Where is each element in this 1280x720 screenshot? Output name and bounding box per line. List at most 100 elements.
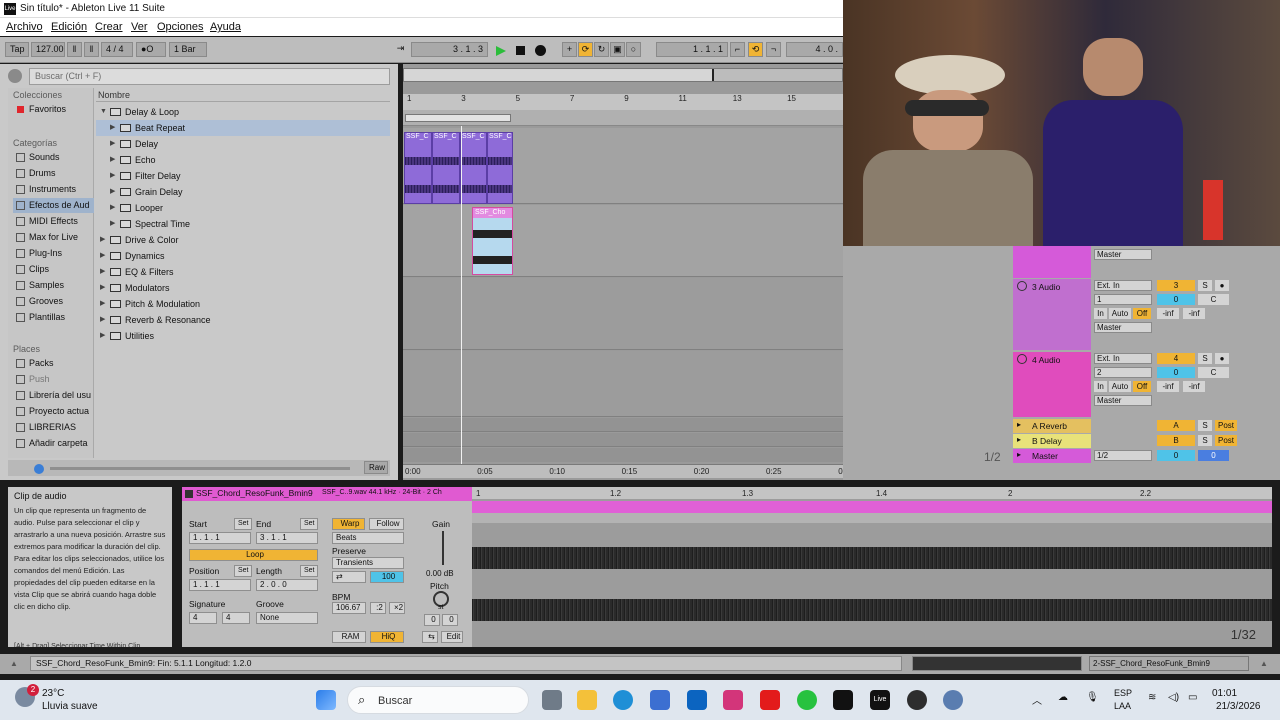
tray-chevron-icon[interactable]: ︿ bbox=[1032, 692, 1042, 707]
output-select[interactable]: Master bbox=[1094, 395, 1152, 406]
waveform-left[interactable] bbox=[472, 547, 1272, 569]
master-header[interactable]: ▸ Master bbox=[1013, 449, 1091, 463]
waveform-right[interactable] bbox=[472, 599, 1272, 621]
task-view-icon[interactable] bbox=[542, 690, 562, 710]
keyboard-layout[interactable]: LAA bbox=[1114, 701, 1131, 711]
menu-ayuda[interactable]: Ayuda bbox=[210, 21, 241, 33]
clip-color-icon[interactable] bbox=[185, 490, 193, 498]
preview-headphones-icon[interactable] bbox=[34, 464, 44, 474]
groove-select[interactable]: None bbox=[256, 612, 318, 624]
expand-right-icon[interactable]: ▶ bbox=[110, 136, 115, 152]
file-explorer-icon[interactable] bbox=[577, 690, 597, 710]
follow-button[interactable]: Follow bbox=[369, 518, 404, 530]
track-fold-icon[interactable] bbox=[1017, 281, 1027, 291]
expand-right-icon[interactable]: ▶ bbox=[100, 328, 105, 344]
browser-item[interactable]: ▶ Grain Delay bbox=[96, 184, 390, 200]
clock-time[interactable]: 01:01 bbox=[1212, 688, 1237, 699]
loop-start-field[interactable]: 1 . 1 . 1 bbox=[656, 42, 728, 57]
onedrive-icon[interactable]: ☁ bbox=[1058, 692, 1068, 703]
input-channel-select[interactable]: 2 bbox=[1094, 367, 1152, 378]
expand-down-icon[interactable]: ▼ bbox=[100, 104, 107, 120]
track-activator[interactable]: 3 bbox=[1157, 280, 1195, 291]
browser-item[interactable]: ▶ Modulators bbox=[96, 280, 390, 296]
solo-button[interactable]: S bbox=[1198, 420, 1212, 431]
whatsapp-icon[interactable] bbox=[797, 690, 817, 710]
weather-desc[interactable]: Lluvia suave bbox=[42, 701, 98, 712]
loop-length-field[interactable]: 4 . 0 . bbox=[786, 42, 843, 57]
master-pan-field[interactable]: 0 bbox=[1198, 450, 1229, 461]
sidebar-item-user-library[interactable]: Librería del usu bbox=[13, 388, 94, 403]
pan-field[interactable]: C bbox=[1198, 367, 1229, 378]
sidebar-item-max-for-live[interactable]: Max for Live bbox=[13, 230, 94, 245]
obs-icon[interactable] bbox=[907, 690, 927, 710]
expand-right-icon[interactable]: ▶ bbox=[100, 312, 105, 328]
end-field[interactable]: 3 . 1 . 1 bbox=[256, 532, 318, 544]
arrangement-clip[interactable]: SSF_C bbox=[487, 132, 513, 204]
clip-name[interactable]: SSF_Chord_ResoFunk_Bmin9 bbox=[196, 488, 313, 498]
monitor-auto-button[interactable]: Auto bbox=[1109, 381, 1131, 392]
capture-icon[interactable]: ▣ bbox=[610, 42, 625, 57]
arrangement-overview[interactable] bbox=[403, 68, 843, 82]
sidebar-item-instruments[interactable]: Instruments bbox=[13, 182, 94, 197]
stop-icon[interactable] bbox=[516, 46, 525, 55]
monitor-off-button[interactable]: Off bbox=[1133, 381, 1151, 392]
reverse-icon[interactable]: ⇆ bbox=[422, 631, 438, 643]
automation-arm-icon[interactable]: ⟳ bbox=[578, 42, 593, 57]
time-ruler[interactable]: 0:000:050:100:150:200:250:300:350:40 bbox=[403, 464, 843, 478]
wifi-icon[interactable]: ≋ bbox=[1148, 692, 1156, 703]
edit-button[interactable]: Edit bbox=[441, 631, 463, 643]
selected-clip[interactable]: SSF_Cho bbox=[472, 207, 513, 275]
tempo-field[interactable]: 127.00 bbox=[31, 42, 65, 57]
store-icon[interactable] bbox=[650, 690, 670, 710]
raw-button[interactable]: Raw bbox=[364, 461, 388, 474]
punch-in-icon[interactable]: ⌐ bbox=[730, 42, 745, 57]
menu-archivo[interactable]: Archivo bbox=[6, 21, 43, 33]
expand-right-icon[interactable]: ▶ bbox=[110, 168, 115, 184]
sidebar-item-packs[interactable]: Packs bbox=[13, 356, 94, 371]
menu-edicion[interactable]: Edición bbox=[51, 21, 87, 33]
detail-toggle-icon[interactable]: ▲ bbox=[1260, 659, 1268, 668]
post-button[interactable]: Post bbox=[1215, 420, 1237, 431]
master-play-icon[interactable]: ▸ bbox=[1017, 450, 1021, 459]
pan-field[interactable]: C bbox=[1198, 294, 1229, 305]
monitor-off-button[interactable]: Off bbox=[1133, 308, 1151, 319]
browser-item[interactable]: ▶ Echo bbox=[96, 152, 390, 168]
volume-field[interactable]: 0 bbox=[1157, 367, 1195, 378]
solo-button[interactable]: S bbox=[1198, 280, 1212, 291]
loop-mode-select[interactable]: ⇄ bbox=[332, 571, 366, 583]
info-toggle-icon[interactable]: ▲ bbox=[10, 659, 18, 668]
sidebar-item-midi-effects[interactable]: MIDI Effects bbox=[13, 214, 94, 229]
reenable-automation-icon[interactable]: ↻ bbox=[594, 42, 609, 57]
browser-item[interactable]: ▶ EQ & Filters bbox=[96, 264, 390, 280]
bpm-field[interactable]: 106.67 bbox=[332, 602, 366, 614]
microphone-icon[interactable]: 🎙 bbox=[1086, 692, 1099, 703]
arrangement-clip[interactable]: SSF_C bbox=[404, 132, 432, 204]
ableton-live-icon[interactable]: Live bbox=[870, 690, 890, 710]
follow-icon[interactable]: ⇥ bbox=[393, 42, 408, 57]
expand-right-icon[interactable]: ▶ bbox=[110, 184, 115, 200]
output-select[interactable]: Master bbox=[1094, 322, 1152, 333]
sidebar-item-current-project[interactable]: Proyecto actua bbox=[13, 404, 94, 419]
expand-right-icon[interactable]: ▶ bbox=[110, 152, 115, 168]
loop-region[interactable] bbox=[405, 114, 511, 122]
expand-right-icon[interactable]: ▶ bbox=[100, 232, 105, 248]
pitch-fine-field[interactable]: 0 bbox=[442, 614, 458, 626]
solo-button[interactable]: S bbox=[1198, 435, 1212, 446]
menu-ver[interactable]: Ver bbox=[131, 21, 148, 33]
menu-crear[interactable]: Crear bbox=[95, 21, 123, 33]
volume-icon[interactable]: ◁) bbox=[1168, 692, 1179, 703]
taskbar-search[interactable]: ⌕ Buscar bbox=[347, 686, 529, 714]
browser-item[interactable]: ▶ Filter Delay bbox=[96, 168, 390, 184]
settings-icon[interactable] bbox=[943, 690, 963, 710]
master-output-select[interactable]: 1/2 bbox=[1094, 450, 1152, 461]
browser-item[interactable]: ▶ Reverb & Resonance bbox=[96, 312, 390, 328]
browser-item[interactable]: ▶ Utilities bbox=[96, 328, 390, 344]
track-activator[interactable]: 4 bbox=[1157, 353, 1195, 364]
loop-button[interactable]: Loop bbox=[189, 549, 318, 561]
hiq-button[interactable]: HiQ bbox=[370, 631, 404, 643]
length-set-button[interactable]: Set bbox=[300, 565, 318, 577]
warp-button[interactable]: Warp bbox=[332, 518, 365, 530]
send-a-field[interactable]: -inf bbox=[1157, 381, 1179, 392]
warp-mode-select[interactable]: Beats bbox=[332, 532, 404, 544]
record-icon[interactable] bbox=[535, 45, 546, 56]
